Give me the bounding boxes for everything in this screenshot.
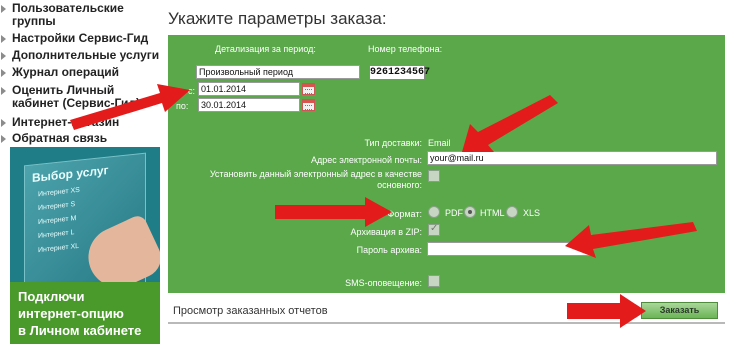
calendar-icon[interactable] (302, 83, 315, 95)
date-from-prefix: с: (188, 86, 196, 96)
format-label: Формат: (387, 209, 422, 219)
format-html-radio[interactable] (464, 206, 476, 218)
divider (168, 322, 725, 324)
sidebar-item-rate-cabinet[interactable]: Оценить Личный кабинет (Сервис-Гид) (0, 84, 160, 112)
period-type-select[interactable]: Произвольный период (196, 65, 360, 79)
phone-number-value: 9261234567 (369, 65, 431, 80)
banner-promo-area: Подключи интернет-опцию в Личном кабинет… (10, 282, 160, 344)
date-to-prefix: по: (176, 101, 189, 111)
set-default-email-checkbox[interactable] (428, 170, 440, 182)
page-title: Укажите параметры заказа: (168, 9, 387, 28)
bullet-icon (1, 52, 6, 60)
sidebar-item-label: Интернет-магазин (12, 115, 120, 129)
sms-notification-checkbox[interactable] (428, 275, 440, 287)
sidebar-item-label: Журнал операций (12, 65, 119, 79)
date-from-input[interactable]: 01.01.2014 (198, 82, 300, 96)
sms-notification-label: SMS-оповещение: (345, 278, 422, 288)
bullet-icon (1, 87, 6, 95)
set-default-email-label: Установить данный электронный адрес в ка… (209, 169, 422, 190)
zip-checkbox[interactable] (428, 223, 440, 236)
email-input[interactable]: your@mail.ru (427, 151, 717, 165)
calendar-icon[interactable] (302, 99, 315, 111)
banner-promo-text: Подключи интернет-опцию в Личном кабинет… (18, 289, 142, 338)
delivery-type-label: Тип доставки: (364, 138, 422, 148)
sidebar-item-label: Настройки Сервис-Гид (12, 31, 149, 45)
format-xls-radio[interactable] (506, 206, 518, 218)
archive-password-input[interactable] (427, 242, 593, 256)
promo-banner[interactable]: Выбор услуг Интернет XS Интернет S Интер… (10, 147, 160, 344)
date-to-input[interactable]: 30.01.2014 (198, 98, 300, 112)
delivery-type-value: Email (428, 138, 451, 148)
sidebar-item-label: Оценить Личный кабинет (Сервис-Гид) (12, 83, 141, 110)
bullet-icon (1, 69, 6, 77)
format-xls-label: XLS (523, 208, 541, 218)
bullet-icon (1, 119, 6, 127)
format-pdf-label: PDF (445, 208, 463, 218)
bullet-icon (1, 5, 6, 13)
sidebar-item-label: Обратная связь (12, 131, 108, 145)
phone-label: Номер телефона: (368, 44, 443, 54)
archive-password-label: Пароль архива: (356, 245, 422, 255)
bullet-icon (1, 135, 6, 143)
sidebar-item-user-groups[interactable]: Пользовательские группы (0, 2, 160, 28)
format-pdf-radio[interactable] (428, 206, 440, 218)
format-html-label: HTML (480, 208, 505, 218)
sidebar-item-label: Пользовательские группы (12, 1, 124, 28)
view-ordered-reports-link[interactable]: Просмотр заказанных отчетов (173, 305, 328, 317)
bullet-icon (1, 35, 6, 43)
period-label: Детализация за период: (215, 44, 316, 54)
order-button[interactable]: Заказать (641, 302, 718, 319)
zip-label: Архивация в ZIP: (350, 227, 422, 237)
sidebar-item-label: Дополнительные услуги (12, 48, 160, 62)
email-label: Адрес электронной почты: (310, 155, 422, 165)
